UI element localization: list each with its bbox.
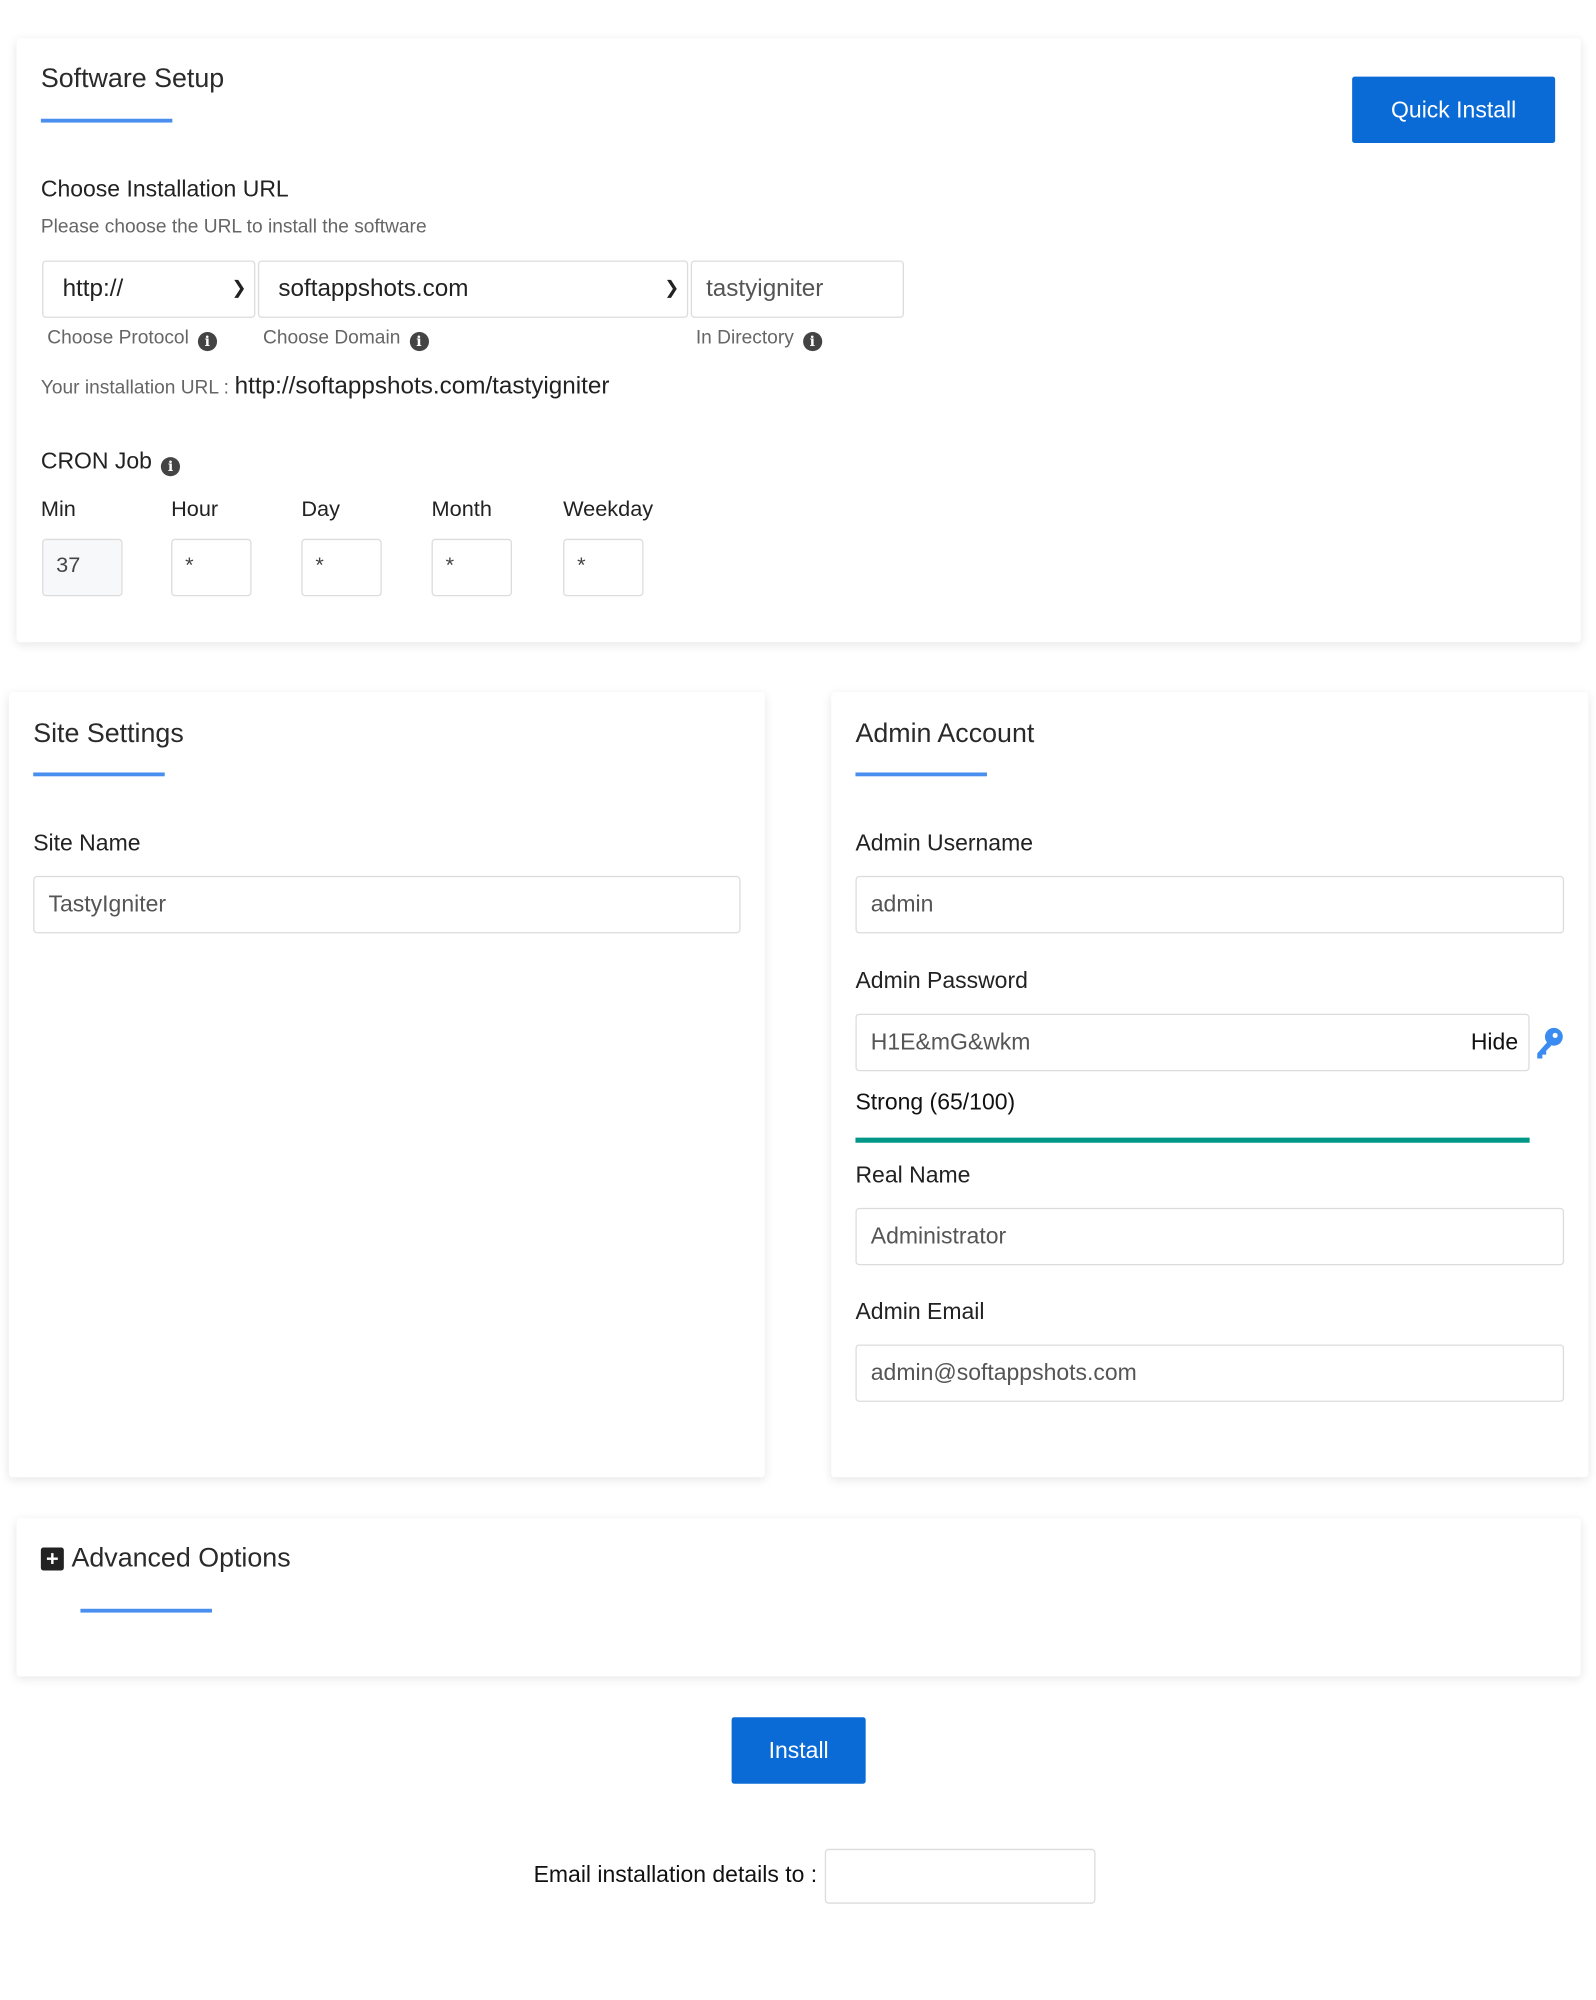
title-underline bbox=[80, 1608, 212, 1613]
protocol-label-text: Choose Protocol bbox=[47, 326, 189, 349]
title-underline bbox=[33, 772, 165, 777]
info-icon[interactable]: i bbox=[160, 457, 181, 477]
password-strength-bar bbox=[855, 1137, 1530, 1143]
domain-label: Choose Domain i bbox=[263, 326, 429, 352]
info-icon[interactable]: i bbox=[197, 331, 217, 352]
cron-title-text: CRON Job bbox=[40, 448, 152, 474]
cron-weekday-input[interactable]: * bbox=[563, 538, 644, 597]
url-subtitle: Please choose the URL to install the sof… bbox=[40, 215, 427, 238]
quick-install-button[interactable]: Quick Install bbox=[1352, 76, 1556, 144]
directory-label: In Directory i bbox=[695, 326, 822, 352]
admin-username-label: Admin Username bbox=[855, 829, 1034, 856]
protocol-value: http:// bbox=[62, 275, 124, 302]
title-underline bbox=[40, 118, 173, 123]
admin-account-card: Admin Account Admin Username admin Admin… bbox=[831, 692, 1589, 1478]
site-settings-title: Site Settings bbox=[33, 718, 184, 749]
site-name-label: Site Name bbox=[33, 829, 141, 856]
advanced-options-title[interactable]: Advanced Options bbox=[72, 1544, 291, 1575]
email-details-input[interactable] bbox=[824, 1848, 1096, 1904]
password-value: H1E&mG&wkm bbox=[870, 1029, 1031, 1055]
plus-square-icon[interactable]: + bbox=[40, 1547, 64, 1571]
cron-hour-label: Hour bbox=[171, 496, 219, 521]
cron-weekday-label: Weekday bbox=[563, 496, 654, 521]
admin-email-label: Admin Email bbox=[855, 1298, 985, 1325]
cron-title: CRON Job i bbox=[40, 448, 181, 477]
hide-password-toggle[interactable]: Hide bbox=[1471, 1029, 1518, 1056]
info-icon[interactable]: i bbox=[802, 331, 822, 352]
protocol-select[interactable]: http:// ❯ bbox=[42, 260, 256, 318]
cron-min-input[interactable]: 37 bbox=[42, 538, 123, 597]
admin-password-label: Admin Password bbox=[855, 967, 1028, 994]
chevron-down-icon: ❯ bbox=[231, 277, 247, 298]
site-settings-card: Site Settings Site Name TastyIgniter bbox=[8, 692, 765, 1478]
key-icon[interactable] bbox=[1535, 1027, 1566, 1060]
domain-label-text: Choose Domain bbox=[263, 326, 401, 349]
site-name-input[interactable]: TastyIgniter bbox=[33, 875, 741, 934]
cron-day-input[interactable]: * bbox=[301, 538, 382, 597]
directory-input[interactable]: tastyigniter bbox=[690, 260, 904, 318]
install-button[interactable]: Install bbox=[731, 1717, 866, 1784]
install-url: http://softappshots.com/tastyigniter bbox=[234, 372, 610, 400]
info-icon[interactable]: i bbox=[409, 331, 429, 352]
cron-day-label: Day bbox=[301, 496, 340, 521]
admin-username-input[interactable]: admin bbox=[855, 875, 1565, 934]
protocol-label: Choose Protocol i bbox=[47, 326, 217, 352]
cron-month-label: Month bbox=[431, 496, 492, 521]
admin-email-input[interactable]: admin@softappshots.com bbox=[855, 1344, 1565, 1402]
software-setup-card: Software Setup Quick Install Choose Inst… bbox=[16, 38, 1581, 643]
advanced-options-card[interactable]: + Advanced Options bbox=[16, 1518, 1581, 1677]
install-url-label: Your installation URL : bbox=[40, 376, 229, 399]
install-url-row: Your installation URL : http://softappsh… bbox=[41, 373, 610, 401]
real-name-input[interactable]: Administrator bbox=[855, 1207, 1565, 1266]
directory-label-text: In Directory bbox=[695, 326, 794, 349]
email-details-label: Email installation details to : bbox=[533, 1861, 818, 1888]
admin-account-title: Admin Account bbox=[855, 718, 1035, 749]
domain-select[interactable]: softappshots.com ❯ bbox=[257, 260, 689, 318]
cron-month-input[interactable]: * bbox=[431, 538, 512, 597]
cron-hour-input[interactable]: * bbox=[171, 538, 252, 597]
url-heading: Choose Installation URL bbox=[40, 176, 289, 202]
chevron-down-icon: ❯ bbox=[664, 277, 680, 298]
cron-min-label: Min bbox=[40, 496, 76, 521]
password-strength-fill bbox=[855, 1137, 1530, 1143]
password-strength-text: Strong (65/100) bbox=[855, 1089, 1016, 1115]
real-name-label: Real Name bbox=[855, 1161, 971, 1188]
software-setup-title: Software Setup bbox=[40, 63, 225, 94]
title-underline bbox=[855, 772, 987, 777]
admin-password-input[interactable]: H1E&mG&wkm Hide bbox=[855, 1013, 1530, 1072]
domain-value: softappshots.com bbox=[278, 275, 469, 302]
